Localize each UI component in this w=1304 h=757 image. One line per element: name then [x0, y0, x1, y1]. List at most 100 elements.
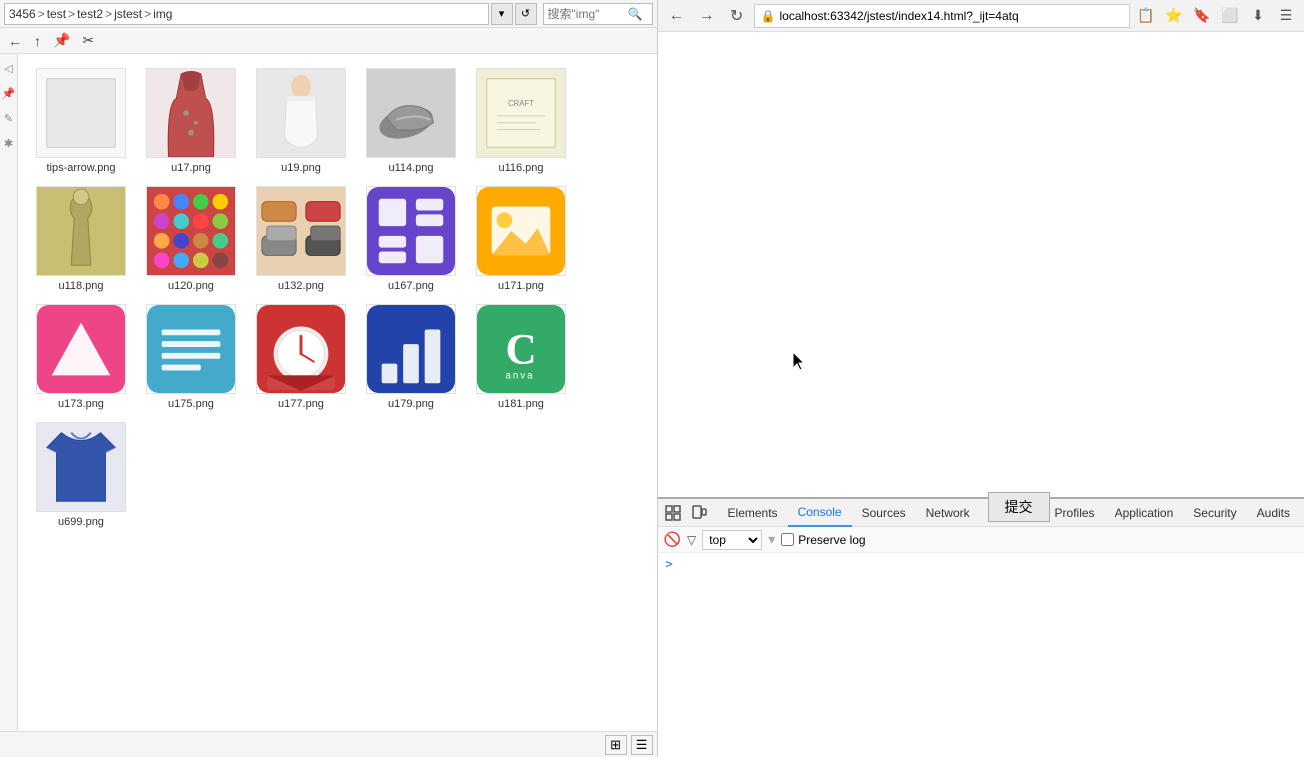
tab-elements[interactable]: Elements	[718, 499, 788, 527]
side-icon-1[interactable]: ◁	[4, 62, 12, 75]
address-field[interactable]: 🔒 localhost:63342/jstest/index14.html?_i…	[754, 4, 1130, 28]
tab-network[interactable]: Network	[916, 499, 980, 527]
breadcrumb-3456[interactable]: 3456	[9, 7, 36, 21]
file-item[interactable]: u132.png	[246, 180, 356, 298]
svg-text:C: C	[505, 327, 536, 374]
file-item[interactable]: u171.png	[466, 180, 576, 298]
file-name: u179.png	[388, 398, 434, 410]
file-item[interactable]: CRAFT u116.png	[466, 62, 576, 180]
status-bar: ⊞ ☰	[0, 731, 657, 757]
refresh-btn[interactable]: ↺	[515, 3, 537, 25]
dropdown-btn[interactable]: ▾	[491, 3, 513, 25]
tab-application[interactable]: Application	[1105, 499, 1184, 527]
up-btn[interactable]: ↑	[30, 31, 45, 51]
breadcrumb-img[interactable]: img	[153, 7, 172, 21]
file-name: u120.png	[168, 280, 214, 292]
file-name: tips-arrow.png	[46, 162, 115, 174]
file-item[interactable]: tips-arrow.png	[26, 62, 136, 180]
cursor	[793, 352, 809, 375]
file-thumbnail	[256, 186, 346, 276]
back-btn[interactable]: ←	[4, 31, 26, 51]
file-name: u177.png	[278, 398, 324, 410]
breadcrumb-path[interactable]: 3456 > test > test2 > jstest > img	[4, 3, 489, 25]
devtools-device-btn[interactable]	[688, 502, 710, 524]
console-arrow: >	[666, 557, 673, 571]
back-button[interactable]: ←	[664, 3, 690, 29]
bookmark-btn[interactable]: 🔖	[1190, 4, 1214, 28]
file-name: u173.png	[58, 398, 104, 410]
file-item[interactable]: u177.png	[246, 298, 356, 416]
cast-btn[interactable]: ⬜	[1218, 4, 1242, 28]
svg-text:CRAFT: CRAFT	[508, 99, 534, 108]
file-item[interactable]: u118.png	[26, 180, 136, 298]
tab-profiles[interactable]: Profiles	[1045, 499, 1105, 527]
file-name: u699.png	[58, 516, 104, 528]
file-item[interactable]: u120.png	[136, 180, 246, 298]
tab-sources[interactable]: Sources	[852, 499, 916, 527]
bookmark-page-btn[interactable]: 📋	[1134, 4, 1158, 28]
star-btn[interactable]: ⭐	[1162, 4, 1186, 28]
file-item[interactable]: u173.png	[26, 298, 136, 416]
search-input[interactable]	[548, 7, 628, 21]
file-name: u17.png	[171, 162, 211, 174]
list-view-btn[interactable]: ☰	[631, 735, 653, 755]
console-content[interactable]: >	[658, 553, 1304, 757]
file-thumbnail	[256, 304, 346, 394]
search-bar[interactable]: 🔍	[543, 3, 653, 25]
devtools-panel: Elements Console Sources Network Timelin…	[658, 497, 1304, 757]
file-item[interactable]: u175.png	[136, 298, 246, 416]
file-thumbnail	[476, 186, 566, 276]
side-icon-2[interactable]: 📌	[2, 87, 16, 100]
devtools-tab-bar: Elements Console Sources Network Timelin…	[658, 499, 1304, 527]
console-input[interactable]	[677, 557, 1296, 571]
file-thumbnail: C anva	[476, 304, 566, 394]
devtools-inspect-btn[interactable]	[662, 502, 684, 524]
file-name: u116.png	[498, 162, 543, 174]
side-icon-3[interactable]: ✎	[4, 112, 13, 125]
pin-btn[interactable]: 📌	[49, 30, 74, 51]
file-item[interactable]: u114.png	[356, 62, 466, 180]
file-item[interactable]: u699.png	[26, 416, 136, 534]
console-clear-btn[interactable]: 🚫	[664, 531, 681, 548]
grid-view-btn[interactable]: ⊞	[605, 735, 627, 755]
file-item[interactable]: C anva u181.png	[466, 298, 576, 416]
forward-button[interactable]: →	[694, 3, 720, 29]
file-name: u167.png	[388, 280, 434, 292]
breadcrumb-jstest[interactable]: jstest	[114, 7, 142, 21]
side-icon-4[interactable]: ✱	[4, 137, 13, 150]
file-explorer: 3456 > test > test2 > jstest > img ▾ ↺ 🔍…	[0, 0, 658, 757]
search-icon[interactable]: 🔍	[628, 7, 643, 21]
file-thumbnail	[36, 68, 126, 158]
browser-toolbar: ← → ↻ 🔒 localhost:63342/jstest/index14.h…	[658, 0, 1304, 32]
file-thumbnail	[146, 304, 236, 394]
tab-security[interactable]: Security	[1183, 499, 1246, 527]
file-item[interactable]: u17.png	[136, 62, 246, 180]
file-name: u114.png	[388, 162, 433, 174]
console-prompt-line: >	[666, 557, 1296, 571]
file-item[interactable]: u167.png	[356, 180, 466, 298]
cut-btn[interactable]: ✂	[78, 30, 98, 51]
file-thumbnail	[366, 186, 456, 276]
console-filter-btn[interactable]: ▽	[687, 533, 696, 547]
file-thumbnail	[146, 68, 236, 158]
address-bar: 3456 > test > test2 > jstest > img ▾ ↺ 🔍	[0, 0, 657, 28]
file-name: u132.png	[278, 280, 324, 292]
breadcrumb-test2[interactable]: test2	[77, 7, 103, 21]
submit-button[interactable]: 提交	[988, 492, 1050, 522]
breadcrumb-test[interactable]: test	[47, 7, 66, 21]
file-name: u19.png	[281, 162, 321, 174]
reload-button[interactable]: ↻	[724, 3, 750, 29]
preserve-log-checkbox[interactable]	[781, 533, 794, 546]
file-name: u175.png	[168, 398, 214, 410]
download-btn[interactable]: ⬇	[1246, 4, 1270, 28]
tab-audits[interactable]: Audits	[1247, 499, 1300, 527]
file-thumbnail	[366, 68, 456, 158]
file-thumbnail	[36, 304, 126, 394]
file-item[interactable]: u19.png	[246, 62, 356, 180]
tab-console[interactable]: Console	[788, 499, 852, 527]
menu-btn[interactable]: ☰	[1274, 4, 1298, 28]
file-item[interactable]: u179.png	[356, 298, 466, 416]
context-select[interactable]: top	[702, 530, 762, 550]
file-thumbnail	[256, 68, 346, 158]
preserve-log-label[interactable]: Preserve log	[781, 533, 865, 547]
